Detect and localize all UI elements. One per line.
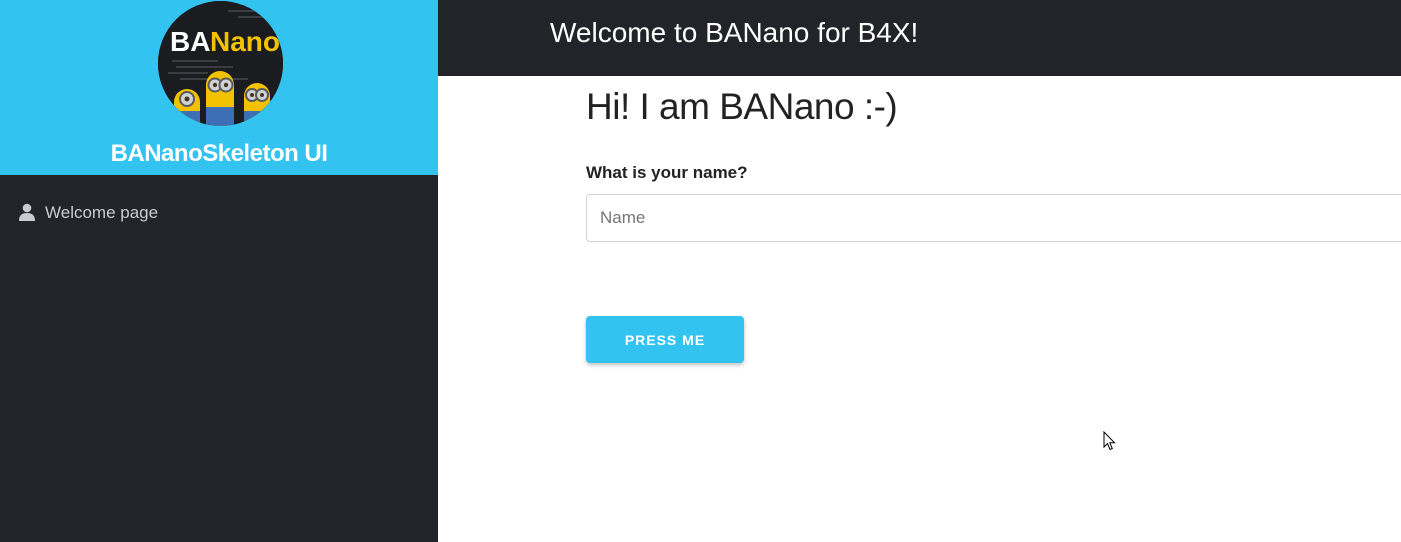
- sidebar-title: BANanoSkeleton UI: [110, 140, 328, 167]
- sidebar-item-welcome-page[interactable]: Welcome page: [0, 196, 438, 230]
- name-input[interactable]: [586, 194, 1401, 242]
- svg-text:Nano: Nano: [210, 26, 280, 57]
- sidebar: BA Nano BANanoSkeleton UI Welcome page: [0, 0, 438, 542]
- user-icon: [18, 203, 36, 221]
- sidebar-header: BA Nano BANanoSkeleton UI: [0, 0, 438, 175]
- page-heading: Hi! I am BANano :-): [586, 86, 898, 127]
- mouse-cursor-icon: [1103, 431, 1116, 451]
- top-app-bar: Welcome to BANano for B4X!: [438, 0, 1401, 76]
- press-me-button[interactable]: PRESS ME: [586, 316, 744, 363]
- app-bar-title: Welcome to BANano for B4X!: [550, 17, 919, 48]
- svg-text:BA: BA: [170, 26, 210, 57]
- name-field-label: What is your name?: [586, 163, 748, 182]
- banano-logo: BA Nano: [158, 1, 283, 126]
- app-window: BA Nano BANanoSkeleton UI Welcome page W…: [0, 0, 1401, 542]
- sidebar-item-label: Welcome page: [45, 203, 159, 222]
